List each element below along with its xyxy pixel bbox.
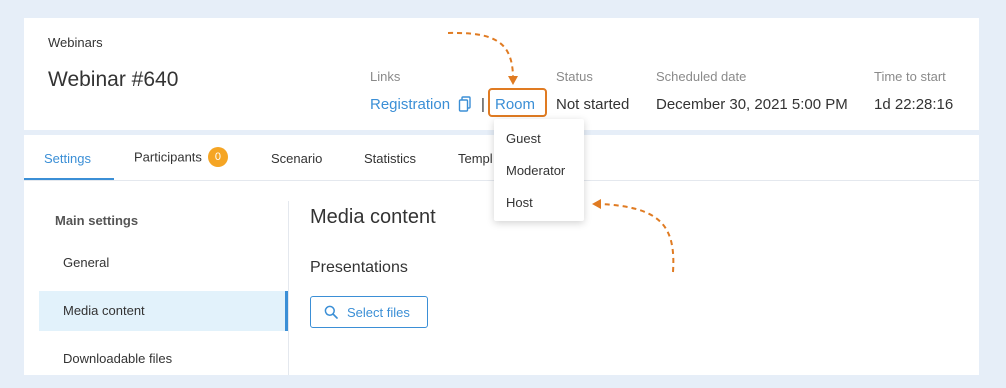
time-to-start-value: 1d 22:28:16 — [874, 96, 954, 113]
breadcrumb[interactable]: Webinars — [48, 35, 103, 50]
tab-scenario[interactable]: Scenario — [271, 151, 322, 166]
copy-icon[interactable] — [458, 96, 472, 112]
menu-item-host[interactable]: Host — [506, 195, 533, 210]
sidebar-item-downloadable-files[interactable]: Downloadable files — [39, 339, 288, 379]
select-files-button[interactable]: Select files — [310, 296, 428, 328]
tab-participants-label: Participants — [134, 149, 202, 165]
registration-link[interactable]: Registration — [370, 96, 450, 113]
tab-settings[interactable]: Settings — [44, 151, 91, 166]
presentations-heading: Presentations — [310, 259, 408, 276]
webinar-header: Webinars Webinar #640 Links Registration… — [24, 18, 979, 130]
link-separator: | — [481, 96, 485, 113]
sidebar-heading: Main settings — [55, 213, 139, 228]
menu-item-guest[interactable]: Guest — [506, 131, 541, 146]
tab-templates[interactable]: Templ — [458, 151, 493, 166]
tab-statistics[interactable]: Statistics — [364, 151, 416, 166]
search-icon — [324, 305, 338, 319]
active-tab-indicator — [24, 178, 114, 180]
content-title: Media content — [310, 206, 436, 228]
sidebar-divider — [288, 201, 289, 375]
select-files-label: Select files — [347, 304, 410, 320]
sidebar-item-media-content[interactable]: Media content — [39, 291, 288, 331]
links-label: Links — [370, 69, 401, 84]
sidebar-item-general[interactable]: General — [39, 243, 288, 283]
page-title: Webinar #640 — [48, 68, 179, 91]
menu-item-moderator[interactable]: Moderator — [506, 163, 565, 178]
room-link[interactable]: Room — [495, 96, 535, 113]
room-dropdown-menu: Guest Moderator Host — [494, 119, 584, 221]
scheduled-date-label: Scheduled date — [656, 69, 747, 84]
tab-participants[interactable]: Participants 0 — [134, 147, 228, 168]
status-label: Status — [556, 69, 593, 84]
status-value: Not started — [556, 96, 630, 113]
scheduled-date-value: December 30, 2021 5:00 PM — [656, 96, 848, 113]
participants-count-badge: 0 — [207, 147, 228, 167]
time-to-start-label: Time to start — [874, 69, 946, 84]
